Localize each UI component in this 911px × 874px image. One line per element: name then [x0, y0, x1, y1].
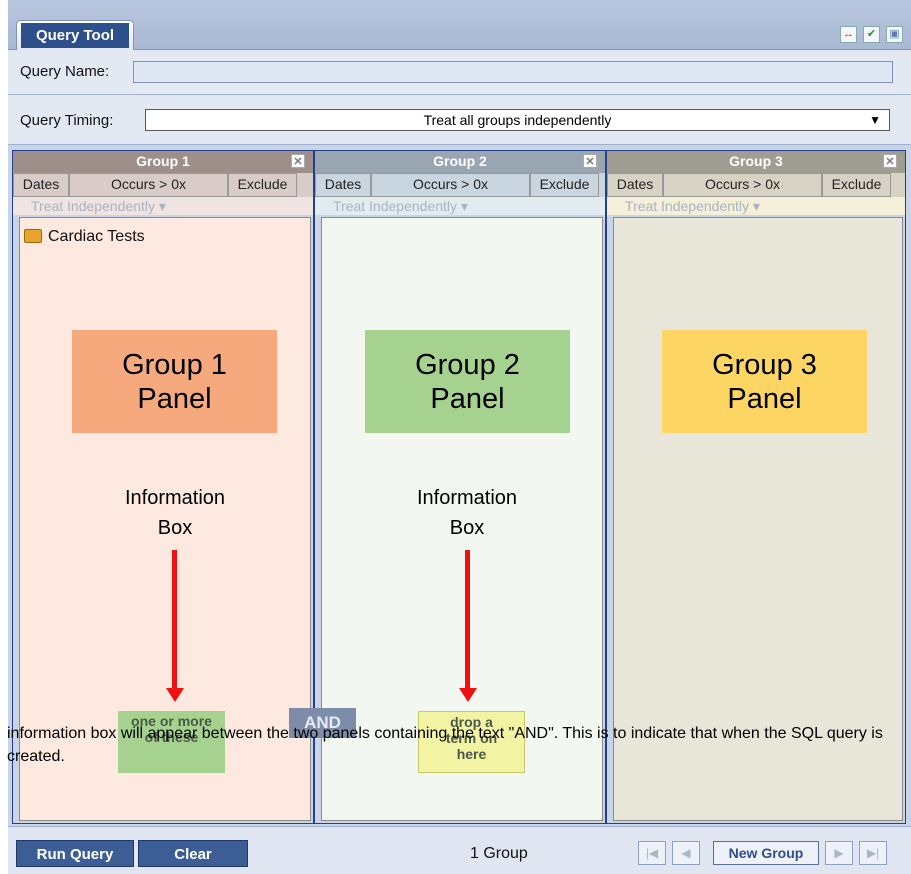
treat-independently-select[interactable]: Treat Independently ▾ [315, 197, 605, 215]
occurs-button[interactable]: Occurs > 0x [69, 173, 228, 197]
group-1-panel-label: Group 1 Panel [72, 330, 277, 433]
next-page-icon[interactable]: ▶ [825, 841, 853, 865]
query-name-row: Query Name: [8, 50, 911, 95]
group-2-options: Dates Occurs > 0x Exclude [315, 173, 605, 197]
group-3-header: Group 3 ✕ [607, 151, 905, 173]
information-box-label: Information Box [124, 487, 226, 539]
concept-item[interactable]: Cardiac Tests [24, 228, 145, 246]
query-name-input[interactable] [133, 61, 893, 83]
group-3-options: Dates Occurs > 0x Exclude [607, 173, 905, 197]
group-count: 1 Group [470, 845, 528, 862]
tab-query-tool[interactable]: Query Tool [16, 20, 134, 51]
clear-button[interactable]: Clear [138, 840, 248, 867]
occurs-button[interactable]: Occurs > 0x [663, 173, 822, 197]
arrow-head-icon [166, 688, 184, 702]
window-icon[interactable]: ▣ [886, 26, 903, 43]
top-toolbar: ↔ ✔ ▣ [840, 26, 903, 43]
check-document-icon[interactable]: ✔ [863, 26, 880, 43]
treat-independently-select[interactable]: Treat Independently ▾ [13, 197, 313, 215]
group-2-header: Group 2 ✕ [315, 151, 605, 173]
run-query-button[interactable]: Run Query [16, 840, 134, 867]
arrow-head-icon [459, 688, 477, 702]
group-2-panel-label: Group 2 Panel [365, 330, 570, 433]
exclude-button[interactable]: Exclude [822, 173, 891, 197]
query-timing-value: Treat all groups independently [423, 112, 612, 128]
caption-text: information box will appear between the … [7, 725, 883, 765]
group-1-options: Dates Occurs > 0x Exclude [13, 173, 313, 197]
query-timing-row: Query Timing: Treat all groups independe… [8, 95, 911, 145]
dates-button[interactable]: Dates [315, 173, 371, 197]
close-icon[interactable]: ✕ [291, 154, 305, 168]
first-page-icon[interactable]: |◀ [638, 841, 666, 865]
occurs-button[interactable]: Occurs > 0x [371, 173, 530, 197]
previous-page-icon[interactable]: ◀ [672, 841, 700, 865]
query-timing-select[interactable]: Treat all groups independently ▼ [145, 109, 890, 131]
title-bar: Query Tool ↔ ✔ ▣ [8, 0, 911, 51]
exclude-button[interactable]: Exclude [228, 173, 297, 197]
information-box-label: Information Box [416, 487, 518, 539]
group-3-panel-label: Group 3 Panel [662, 330, 867, 433]
close-icon[interactable]: ✕ [583, 154, 597, 168]
folder-icon [24, 229, 42, 243]
code-icon[interactable]: ↔ [840, 26, 857, 43]
query-name-label: Query Name: [20, 63, 110, 80]
dates-button[interactable]: Dates [13, 173, 69, 197]
last-page-icon[interactable]: ▶| [859, 841, 887, 865]
query-timing-label: Query Timing: [20, 112, 114, 129]
group-1-header: Group 1 ✕ [13, 151, 313, 173]
new-group-button[interactable]: New Group [713, 841, 819, 865]
treat-independently-select[interactable]: Treat Independently ▾ [607, 197, 905, 215]
dropdown-arrow-icon: ▼ [869, 113, 881, 127]
exclude-button[interactable]: Exclude [530, 173, 599, 197]
arrow-line [465, 550, 470, 690]
bottom-toolbar: Run Query Clear 1 Group |◀ ◀ New Group ▶… [8, 826, 911, 874]
close-icon[interactable]: ✕ [883, 154, 897, 168]
arrow-line [172, 550, 177, 690]
dates-button[interactable]: Dates [607, 173, 663, 197]
